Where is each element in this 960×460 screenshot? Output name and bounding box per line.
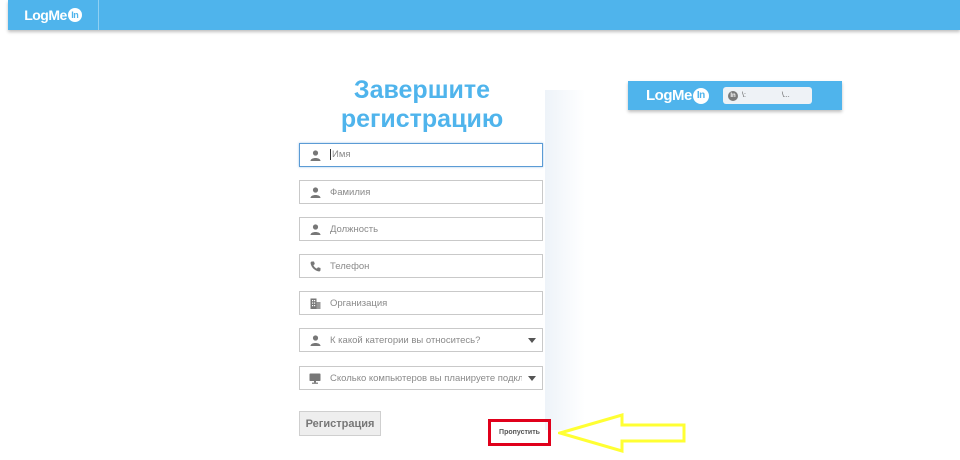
top-bar: LogMe In: [8, 0, 960, 30]
first-name-placeholder: Имя: [330, 149, 542, 161]
category-select[interactable]: К какой категории вы относитесь?: [299, 328, 543, 352]
person-icon: [300, 144, 330, 166]
person-icon: [300, 218, 330, 240]
yellow-arrow-annotation-icon: [558, 413, 686, 453]
chevron-down-icon[interactable]: [522, 367, 542, 389]
logmein-preview-bar: LogMe In In \: \...: [628, 81, 842, 110]
account-pill[interactable]: In \: \...: [723, 87, 812, 104]
organization-field[interactable]: Организация: [299, 291, 543, 315]
preview-logo-in-badge: In: [692, 87, 709, 104]
brand-area[interactable]: LogMe In: [8, 0, 99, 30]
logo-in-badge: In: [67, 8, 82, 22]
register-button[interactable]: Регистрация: [299, 411, 381, 436]
first-name-field[interactable]: Имя: [299, 143, 543, 167]
person-icon: [300, 181, 330, 203]
logmein-logo: LogMe In: [24, 7, 82, 23]
preview-logo-text: LogMe: [646, 87, 692, 104]
page-title: Завершите регистрацию: [340, 76, 504, 133]
monitor-icon: [300, 367, 330, 389]
computer-count-placeholder: Сколько компьютеров вы планируете подклю…: [330, 372, 522, 384]
logo-text: LogMe: [24, 7, 67, 23]
preview-logmein-logo: LogMe In: [646, 87, 709, 104]
account-pill-text-right: \...: [781, 92, 790, 99]
organization-placeholder: Организация: [330, 297, 388, 309]
phone-field[interactable]: Телефон: [299, 254, 543, 278]
last-name-field[interactable]: Фамилия: [299, 180, 543, 204]
computer-count-select[interactable]: Сколько компьютеров вы планируете подклю…: [299, 366, 543, 390]
category-placeholder: К какой категории вы относитесь?: [330, 334, 481, 346]
job-title-placeholder: Должность: [330, 223, 379, 235]
person-icon: [300, 329, 330, 351]
phone-placeholder: Телефон: [330, 260, 370, 272]
last-name-placeholder: Фамилия: [330, 186, 371, 198]
job-title-field[interactable]: Должность: [299, 217, 543, 241]
skip-link[interactable]: Пропустить: [488, 419, 551, 446]
skip-label: Пропустить: [499, 429, 540, 436]
account-pill-text: \:: [742, 92, 746, 99]
chevron-down-icon[interactable]: [522, 329, 542, 351]
phone-icon: [300, 255, 330, 277]
panel-shadow: [545, 90, 585, 430]
account-in-icon: In: [728, 90, 738, 101]
building-icon: [300, 292, 330, 314]
